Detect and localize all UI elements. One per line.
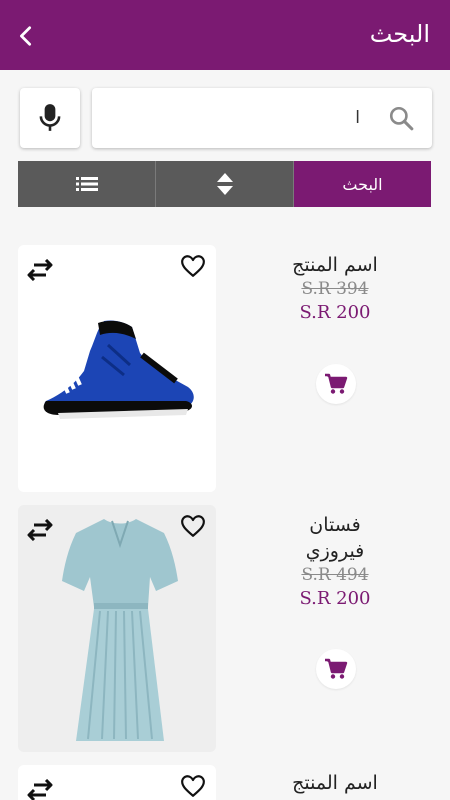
product-name[interactable]: فستان فيروزي (280, 512, 390, 564)
product-price: S.R 200 (299, 302, 371, 323)
product-name[interactable]: اسم المنتج (220, 252, 450, 278)
page-title: البحث (369, 20, 430, 48)
list-icon (75, 177, 98, 191)
product-card[interactable] (18, 245, 216, 492)
sort-button[interactable] (156, 161, 294, 207)
compare-icon[interactable] (26, 779, 54, 800)
product-card[interactable] (18, 765, 216, 800)
heart-icon[interactable] (180, 513, 206, 539)
product-old-price: S.R 494 (301, 565, 369, 585)
list-view-button[interactable] (18, 161, 156, 207)
chevron-left-icon (20, 26, 32, 46)
product-price: S.R 200 (299, 588, 371, 609)
heart-icon[interactable] (180, 253, 206, 279)
voice-search-button[interactable] (20, 88, 80, 148)
sort-icon (216, 173, 233, 195)
compare-icon[interactable] (26, 519, 54, 541)
product-name[interactable]: اسم المنتج (220, 770, 450, 796)
search-bar (92, 88, 432, 148)
product-info: اسم المنتج (220, 770, 450, 800)
heart-icon[interactable] (180, 773, 206, 799)
search-icon[interactable] (388, 105, 414, 131)
cart-icon (325, 658, 348, 679)
compare-icon[interactable] (26, 259, 54, 281)
product-info: فستان فيروزي S.R 494 S.R 200 (220, 512, 450, 612)
back-button[interactable] (10, 20, 42, 52)
add-to-cart-button[interactable] (316, 364, 356, 404)
tab-search[interactable]: البحث (294, 161, 431, 207)
product-old-price: S.R 394 (301, 279, 369, 299)
product-image-sneaker (43, 320, 194, 419)
add-to-cart-button[interactable] (316, 649, 356, 689)
app-bar: البحث (0, 0, 450, 70)
product-image-dress (62, 519, 178, 741)
mic-icon (39, 104, 61, 131)
cart-icon (325, 373, 348, 394)
product-info: اسم المنتج S.R 394 S.R 200 (220, 252, 450, 326)
product-card[interactable] (18, 505, 216, 752)
search-input[interactable] (120, 104, 360, 132)
view-toolbar: البحث (18, 161, 431, 207)
